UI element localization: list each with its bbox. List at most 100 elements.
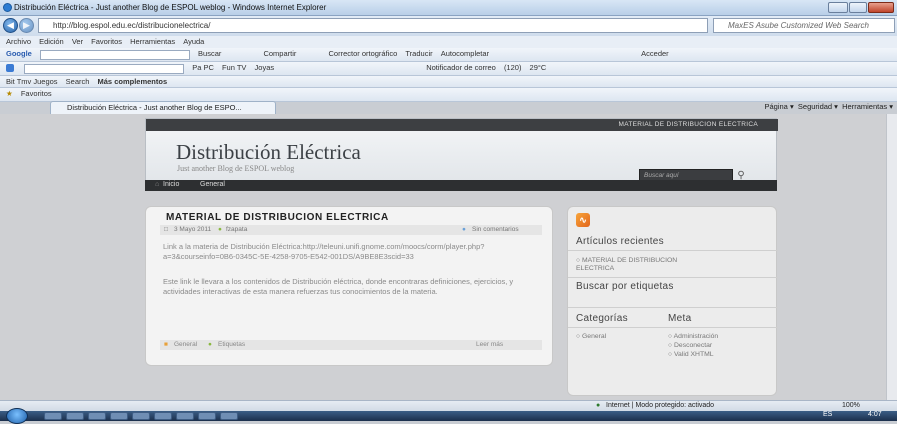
author-icon: ● (218, 226, 222, 233)
post-comments[interactable]: Sin comentarios (472, 225, 519, 235)
comment-icon: ● (462, 226, 466, 233)
favorites-bar: ★ Favoritos (0, 88, 897, 102)
menu-herramientas[interactable]: Herramientas (130, 36, 175, 48)
addon-search-input[interactable] (24, 63, 185, 74)
status-zone: Internet | Modo protegido: activado (606, 402, 715, 409)
back-button[interactable]: ◀ (3, 18, 18, 33)
google-brand: Google (6, 49, 32, 58)
command-bar: Página ▾ Seguridad ▾ Herramientas ▾ (764, 102, 894, 111)
menu-edicion[interactable]: Edición (39, 36, 64, 48)
language-indicator[interactable]: ES (823, 411, 832, 418)
menu-ayuda[interactable]: Ayuda (183, 36, 204, 48)
clock[interactable]: 4:07 (868, 411, 882, 418)
cmd-pagina[interactable]: Página (765, 102, 788, 111)
link-juegos[interactable]: Bit Tmv Juegos (6, 76, 58, 87)
post-author[interactable]: fzapata (226, 225, 247, 235)
menu-archivo[interactable]: Archivo (6, 36, 31, 48)
meta-logout-link[interactable]: ○ Desconectar (668, 342, 712, 350)
rss-icon[interactable]: ∿ (576, 213, 590, 227)
start-button[interactable] (6, 408, 28, 424)
divider (568, 277, 778, 278)
divider (568, 307, 778, 308)
divider (568, 250, 778, 251)
page-viewport: MATERIAL DE DISTRIBUCION ELECTRICA Distr… (0, 114, 897, 400)
addon-logo-icon (6, 64, 14, 73)
post-link-text[interactable]: Link a la materia de Distribución Eléctr… (163, 242, 543, 262)
cmd-seguridad[interactable]: Seguridad (798, 102, 832, 111)
recent-post-link[interactable]: ○ MATERIAL DE DISTRIBUCION ELECTRICA (576, 257, 686, 273)
taskbar-media-icon[interactable] (88, 412, 106, 420)
addon-funtv[interactable]: Fun TV (222, 62, 246, 74)
post-footer: ■ General ● Etiquetas Leer más (160, 340, 542, 350)
zoom-level[interactable]: 100% (842, 401, 860, 411)
menu-ver[interactable]: Ver (72, 36, 83, 48)
status-bar: ● Internet | Modo protegido: activado 10… (0, 400, 897, 411)
nav-inicio[interactable]: Inicio (163, 181, 179, 188)
vertical-scrollbar[interactable] (886, 114, 897, 400)
sidebar: ∿ Artículos recientes ○ MATERIAL DE DIST… (567, 206, 778, 396)
cmd-herramientas[interactable]: Herramientas (842, 102, 887, 111)
header-top-strip: MATERIAL DE DISTRIBUCION ELECTRICA (146, 119, 778, 131)
header-top-link[interactable]: MATERIAL DE DISTRIBUCION ELECTRICA (619, 121, 759, 128)
nav-general[interactable]: General (200, 181, 225, 188)
mail-notifier[interactable]: Notificador de correo (426, 62, 496, 74)
post-tags[interactable]: Etiquetas (218, 340, 245, 350)
tag-icon: ● (208, 341, 212, 348)
taskbar-app-icon[interactable] (176, 412, 194, 420)
address-input[interactable]: http://blog.espol.edu.ec/distribucionele… (38, 18, 708, 33)
menu-bar: Archivo Edición Ver Favoritos Herramient… (0, 36, 897, 48)
window-titlebar: Distribución Eléctrica - Just another Bl… (0, 0, 897, 16)
addon-toolbar: Pa PC Fun TV Joyas Notificador de correo… (0, 62, 897, 76)
google-search-input[interactable] (39, 49, 190, 60)
blog-subtitle: Just another Blog de ESPOL weblog (177, 164, 295, 173)
tags-title: Buscar por etiquetas (576, 281, 674, 292)
browser-tab[interactable]: Distribución Eléctrica - Just another Bl… (50, 101, 276, 114)
google-search-button[interactable]: Buscar (198, 48, 221, 60)
taskbar-app-icon[interactable] (110, 412, 128, 420)
close-button[interactable] (868, 2, 894, 13)
taskbar-app-icon[interactable] (154, 412, 172, 420)
link-more-addons[interactable]: Más complementos (98, 76, 168, 87)
address-bar-row: ◀ ▶ http://blog.espol.edu.ec/distribucio… (0, 16, 897, 36)
addon-joyas[interactable]: Joyas (255, 62, 275, 74)
mail-count: (120) (503, 63, 522, 72)
post-title[interactable]: MATERIAL DE DISTRIBUCION ELECTRICA (166, 212, 389, 223)
taskbar-explorer-icon[interactable] (66, 412, 84, 420)
minimize-button[interactable] (828, 2, 848, 13)
blog-title[interactable]: Distribución Eléctrica (176, 140, 361, 165)
taskbar-app-icon[interactable] (132, 412, 150, 420)
sign-in-link[interactable]: Acceder (641, 48, 669, 60)
links-bar: Bit Tmv Juegos Search Más complementos (0, 76, 897, 88)
menu-favoritos[interactable]: Favoritos (91, 36, 122, 48)
recent-posts-title: Artículos recientes (576, 236, 664, 247)
weather-temp: 29°C (529, 63, 547, 72)
calendar-icon: □ (164, 226, 168, 233)
post-body: Este link le llevara a los contenidos de… (163, 277, 514, 296)
spellcheck-button[interactable]: Corrector ortográfico (329, 48, 398, 60)
forward-button[interactable]: ▶ (19, 18, 34, 33)
favorites-button[interactable]: Favoritos (21, 88, 52, 100)
meta-title: Meta (668, 313, 692, 324)
translate-button[interactable]: Traducir (405, 48, 432, 60)
share-button[interactable]: Compartir (263, 48, 296, 60)
read-more-link[interactable]: Leer más (476, 340, 503, 350)
autofill-button[interactable]: Autocompletar (441, 48, 489, 60)
post-category[interactable]: General (174, 340, 197, 350)
taskbar-app-icon[interactable] (198, 412, 216, 420)
taskbar-app-icon[interactable] (220, 412, 238, 420)
link-search[interactable]: Search (66, 76, 90, 87)
category-general-link[interactable]: ○ General (576, 333, 606, 341)
addon-pc[interactable]: Pa PC (192, 62, 214, 74)
taskbar: ES 4:07 (0, 408, 897, 424)
taskbar-ie-icon[interactable] (44, 412, 62, 420)
divider (568, 327, 778, 328)
maximize-button[interactable] (849, 2, 867, 13)
favorites-star-icon[interactable]: ★ (6, 88, 13, 100)
blog-nav: ⌂ Inicio General (145, 180, 777, 191)
ie-logo-icon (3, 3, 12, 12)
meta-xhtml-link[interactable]: ○ Valid XHTML (668, 351, 714, 359)
post-card: MATERIAL DE DISTRIBUCION ELECTRICA □ 3 M… (145, 206, 553, 366)
web-search-input[interactable]: MaxES Asube Customized Web Search (713, 18, 895, 33)
meta-admin-link[interactable]: ○ Administración (668, 333, 718, 341)
folder-icon: ■ (164, 341, 168, 348)
